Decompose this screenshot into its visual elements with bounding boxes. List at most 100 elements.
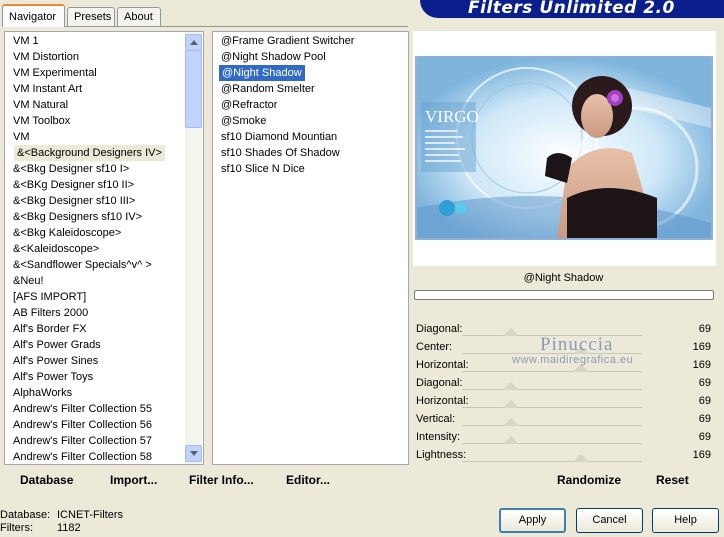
editor-button[interactable]: Editor...	[286, 472, 330, 488]
import-button[interactable]: Import...	[110, 472, 157, 488]
filter-item[interactable]: sf10 Slice N Dice	[221, 161, 305, 177]
category-item[interactable]: Alf's Power Grads	[13, 337, 101, 353]
slider-value: 169	[692, 341, 711, 353]
slider-thumb[interactable]	[502, 400, 519, 408]
category-item[interactable]: VM	[13, 129, 30, 145]
category-item[interactable]: Andrew's Filter Collection 56	[13, 417, 152, 433]
category-item[interactable]: Andrew's Filter Collection 58	[13, 449, 152, 464]
category-item[interactable]: VM Experimental	[13, 65, 97, 81]
slider-label: Horizontal:	[416, 359, 469, 371]
help-button[interactable]: Help	[652, 508, 719, 533]
status-filters-value: 1182	[57, 522, 81, 534]
current-filter-name: @Night Shadow	[413, 267, 714, 289]
category-item[interactable]: &<Bkg Designer sf10 I>	[13, 161, 129, 177]
filter-list[interactable]: @Frame Gradient Switcher @Night Shadow Po…	[212, 31, 409, 465]
apply-button[interactable]: Apply	[499, 508, 566, 533]
category-item[interactable]: Andrew's Filter Collection 57	[13, 433, 152, 449]
slider-label: Intensity:	[416, 431, 461, 443]
status-database-label: Database:	[0, 509, 51, 521]
category-item[interactable]: Alf's Border FX	[13, 321, 87, 337]
randomize-button[interactable]: Randomize	[557, 472, 621, 488]
slider-label: Center:	[416, 341, 453, 353]
category-item[interactable]: VM 1	[13, 33, 39, 49]
filter-item[interactable]: sf10 Shades Of Shadow	[221, 145, 340, 161]
slider-value: 69	[698, 395, 711, 407]
category-item[interactable]: &Neu!	[13, 273, 44, 289]
slider-label: Diagonal:	[416, 377, 463, 389]
slider-row[interactable]: Diagonal: 69	[413, 374, 714, 392]
status-filters-label: Filters:	[0, 522, 33, 534]
slider-track[interactable]	[462, 425, 642, 426]
category-item[interactable]: VM Natural	[13, 97, 68, 113]
category-item[interactable]: &<Sandflower Specials^v^ >	[13, 257, 152, 273]
slider-track[interactable]	[462, 443, 642, 444]
filter-item[interactable]: @Night Shadow Pool	[221, 49, 326, 65]
slider-value: 169	[692, 449, 711, 461]
progress-bar	[414, 290, 714, 300]
tab-navigator[interactable]: Navigator	[2, 4, 65, 27]
cancel-button[interactable]: Cancel	[576, 508, 643, 533]
slider-value: 69	[698, 431, 711, 443]
slider-thumb[interactable]	[502, 328, 519, 336]
slider-track[interactable]	[462, 407, 642, 408]
slider-track[interactable]	[462, 461, 642, 462]
scroll-thumb[interactable]	[185, 50, 202, 128]
category-item[interactable]: &<Bkg Designer sf10 III>	[13, 193, 135, 209]
preview-image: VIRGO	[415, 56, 713, 240]
tab-about[interactable]: About	[117, 7, 161, 26]
slider-value: 69	[698, 413, 711, 425]
slider-label: Lightness:	[416, 449, 467, 461]
slider-track[interactable]	[462, 389, 642, 390]
slider-thumb[interactable]	[502, 436, 519, 444]
category-item[interactable]: &<Bkg Kaleidoscope>	[13, 225, 121, 241]
category-item[interactable]: Alf's Power Toys	[13, 369, 93, 385]
category-item[interactable]: AB Filters 2000	[13, 305, 88, 321]
chevron-up-icon	[190, 40, 198, 45]
category-item[interactable]: &<BKg Designer sf10 II>	[13, 177, 134, 193]
slider-row[interactable]: Intensity: 69	[413, 428, 714, 446]
filter-info-button[interactable]: Filter Info...	[189, 472, 254, 488]
category-item[interactable]: &<Background Designers IV>	[14, 145, 165, 161]
filter-item[interactable]: @Smoke	[221, 113, 266, 129]
category-item[interactable]: AlphaWorks	[13, 385, 72, 401]
slider-thumb[interactable]	[502, 418, 519, 426]
category-item[interactable]: Andrew's Filter Collection 55	[13, 401, 152, 417]
database-button[interactable]: Database	[20, 472, 73, 488]
slider-thumb[interactable]	[572, 454, 589, 462]
scroll-up-button[interactable]	[185, 34, 202, 51]
chevron-down-icon	[190, 451, 198, 456]
slider-label: Vertical:	[416, 413, 456, 425]
category-item[interactable]: VM Instant Art	[13, 81, 82, 97]
category-scrollbar[interactable]	[185, 32, 202, 464]
status-database-value: ICNET-Filters	[57, 509, 123, 521]
category-item[interactable]: [AFS IMPORT]	[13, 289, 86, 305]
preview-title-text: VIRGO	[425, 107, 479, 126]
slider-value: 69	[698, 377, 711, 389]
watermark-site: www.maidiregrafica.eu	[512, 354, 634, 366]
tab-presets[interactable]: Presets	[67, 7, 115, 26]
app-title-banner: Filters Unlimited 2.0	[420, 0, 724, 18]
preview-artwork: VIRGO	[417, 58, 711, 238]
slider-row[interactable]: Horizontal: 69	[413, 392, 714, 410]
slider-row[interactable]: Lightness: 169	[413, 446, 714, 464]
category-item[interactable]: Alf's Power Sines	[13, 353, 98, 369]
reset-button[interactable]: Reset	[656, 472, 689, 488]
category-item[interactable]: VM Toolbox	[13, 113, 70, 129]
filter-item[interactable]: sf10 Diamond Mountian	[221, 129, 337, 145]
slider-track[interactable]	[462, 371, 642, 372]
slider-label: Horizontal:	[416, 395, 469, 407]
slider-value: 169	[692, 359, 711, 371]
slider-label: Diagonal:	[416, 323, 463, 335]
category-list[interactable]: VM 1 VM Distortion VM Experimental VM Insta…	[4, 31, 204, 465]
slider-row[interactable]: Vertical: 69	[413, 410, 714, 428]
category-item[interactable]: &<Kaleidoscope>	[13, 241, 99, 257]
filter-item[interactable]: @Refractor	[221, 97, 277, 113]
category-item[interactable]: VM Distortion	[13, 49, 79, 65]
category-item[interactable]: &<Bkg Designers sf10 IV>	[13, 209, 142, 225]
slider-value: 69	[698, 323, 711, 335]
filter-item[interactable]: @Frame Gradient Switcher	[221, 33, 354, 49]
slider-thumb[interactable]	[502, 382, 519, 390]
filter-item[interactable]: @Night Shadow	[219, 65, 305, 81]
filter-item[interactable]: @Random Smelter	[221, 81, 315, 97]
scroll-down-button[interactable]	[185, 445, 202, 462]
